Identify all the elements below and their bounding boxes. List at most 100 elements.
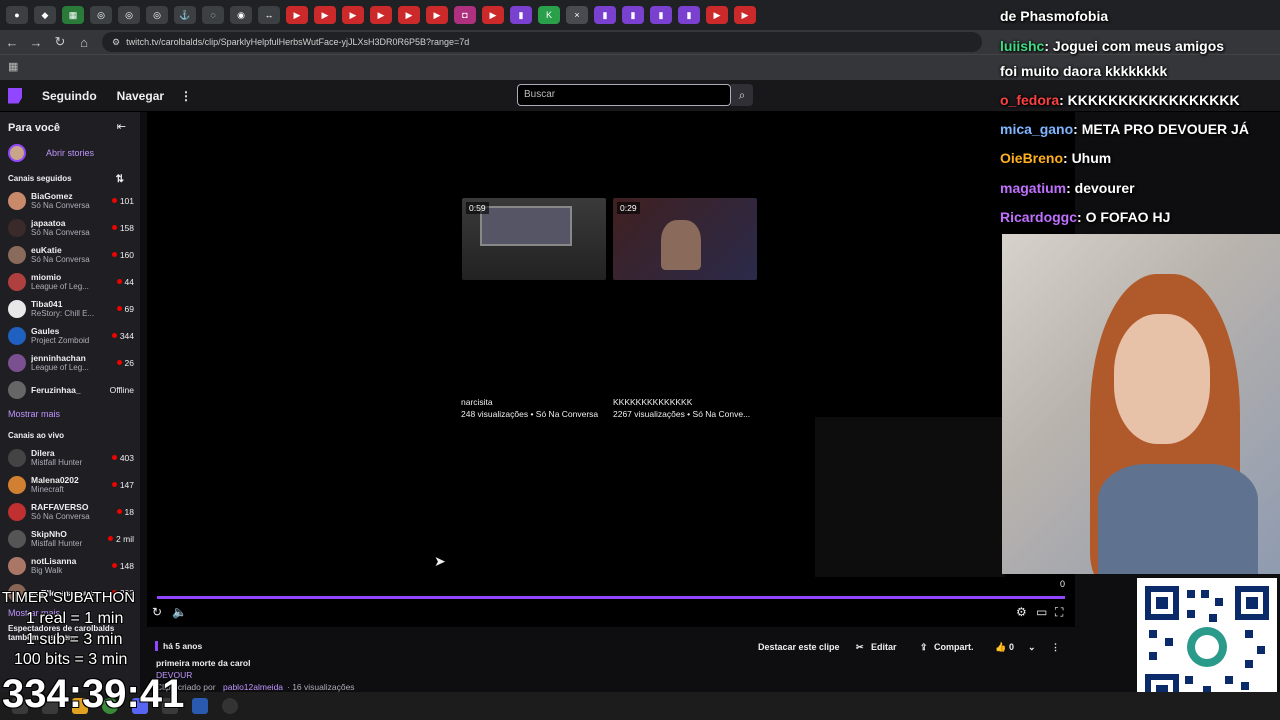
clip-accent bbox=[155, 641, 158, 651]
kick-tab-icon[interactable]: K bbox=[538, 6, 560, 24]
edit-button[interactable]: Editar bbox=[871, 642, 897, 656]
home-icon[interactable]: ⌂ bbox=[72, 35, 96, 50]
site-info-icon[interactable]: ⚙ bbox=[112, 37, 120, 48]
clip-creator-link[interactable]: pablo12almeida bbox=[223, 682, 283, 692]
youtube-tab-icon[interactable]: ▶ bbox=[426, 6, 448, 24]
like-icon[interactable]: 👍 bbox=[995, 642, 1006, 656]
sidebar-channel[interactable]: japaatoa Só Na Conversa 158 bbox=[0, 214, 140, 241]
open-stories-link[interactable]: Abrir stories bbox=[46, 148, 94, 158]
youtube-tab-icon[interactable]: ▶ bbox=[398, 6, 420, 24]
back-icon[interactable]: ← bbox=[0, 35, 24, 50]
replay-icon[interactable]: ↻ bbox=[152, 605, 162, 619]
channel-game: Mistfall Hunter bbox=[31, 458, 83, 467]
chat-user: magatium bbox=[1000, 180, 1067, 196]
viewer-count: 158 bbox=[111, 223, 134, 233]
tab-icon[interactable]: ◎ bbox=[118, 6, 140, 24]
youtube-tab-icon[interactable]: ▶ bbox=[342, 6, 364, 24]
related-clip-title[interactable]: narcisita bbox=[461, 397, 493, 407]
more-menu-icon[interactable]: ⋮ bbox=[180, 89, 192, 103]
video-player[interactable] bbox=[147, 112, 1075, 627]
youtube-tab-icon[interactable]: ▶ bbox=[370, 6, 392, 24]
tab-icon[interactable]: ◎ bbox=[90, 6, 112, 24]
fullscreen-icon[interactable]: ⛶ bbox=[1055, 605, 1063, 620]
following-link[interactable]: Seguindo bbox=[42, 89, 97, 103]
sidebar-channel[interactable]: BiaGomez Só Na Conversa 101 bbox=[0, 187, 140, 214]
viewer-count-text: Offline bbox=[109, 384, 134, 395]
timer-title: TIMER SUBATHON bbox=[2, 589, 136, 606]
youtube-tab-icon[interactable]: ▶ bbox=[286, 6, 308, 24]
sidebar-channel[interactable]: jenninhachan League of Leg... 26 bbox=[0, 349, 140, 376]
sidebar-channel[interactable]: Malena0202 Minecraft 147 bbox=[0, 471, 140, 498]
tab-icon[interactable]: ▦ bbox=[62, 6, 84, 24]
sidebar-channel[interactable]: SkipNhO Mistfall Hunter 2 mil bbox=[0, 525, 140, 552]
related-clip-thumbnail[interactable]: 0:59 bbox=[462, 198, 606, 280]
forward-icon[interactable]: → bbox=[24, 35, 48, 50]
sidebar-channel[interactable]: notLisanna Big Walk 148 bbox=[0, 552, 140, 579]
related-clip-thumbnail[interactable]: 0:29 bbox=[613, 198, 757, 280]
url-field[interactable]: ⚙ twitch.tv/carolbalds/clip/SparklyHelpf… bbox=[102, 32, 982, 52]
avatar bbox=[8, 380, 26, 399]
webcam-face bbox=[1114, 314, 1210, 444]
chat-line: magatium: devourer bbox=[1000, 180, 1135, 196]
avatar bbox=[8, 353, 26, 372]
channel-game: ReStory: Chill E... bbox=[31, 309, 95, 318]
twitch-tab-icon[interactable]: ▮ bbox=[622, 6, 644, 24]
twitch-tab-icon[interactable]: ▮ bbox=[650, 6, 672, 24]
twitch-tab-icon[interactable]: ▮ bbox=[594, 6, 616, 24]
youtube-tab-icon[interactable]: ▶ bbox=[706, 6, 728, 24]
obs-icon[interactable] bbox=[222, 698, 238, 714]
apps-icon[interactable]: ▦ bbox=[8, 60, 18, 73]
browse-link[interactable]: Navegar bbox=[117, 89, 164, 103]
reload-icon[interactable]: ↻ bbox=[48, 34, 72, 50]
word-icon[interactable] bbox=[192, 698, 208, 714]
tab-icon[interactable]: ● bbox=[6, 6, 28, 24]
viewer-count: 26 bbox=[116, 358, 134, 368]
viewer-count-text: 344 bbox=[119, 330, 134, 341]
show-more-link[interactable]: Mostrar mais bbox=[8, 409, 140, 419]
more-options-icon[interactable]: ⋮ bbox=[1051, 642, 1060, 656]
settings-icon[interactable]: ⚙ bbox=[1016, 605, 1027, 619]
sidebar-channel[interactable]: Dilera Mistfall Hunter 403 bbox=[0, 444, 140, 471]
chat-message: : O FOFAO HJ bbox=[1077, 209, 1171, 225]
related-clip-title[interactable]: KKKKKKKKKKKKKK bbox=[613, 397, 692, 407]
channel-game: Project Zomboid bbox=[31, 336, 90, 345]
twitch-tab-icon[interactable]: ▮ bbox=[678, 6, 700, 24]
youtube-tab-icon[interactable]: ▶ bbox=[734, 6, 756, 24]
twitch-tab-icon[interactable]: ▮ bbox=[510, 6, 532, 24]
sort-icon[interactable]: ⇅ bbox=[116, 174, 124, 185]
feature-clip-button[interactable]: Destacar este clipe bbox=[758, 642, 840, 656]
search-icon[interactable]: ⌕ bbox=[731, 84, 753, 106]
chat-message: : META PRO DEVOUER JÁ bbox=[1073, 121, 1249, 137]
search-input[interactable]: Buscar bbox=[517, 84, 731, 106]
tab-icon[interactable]: ◎ bbox=[146, 6, 168, 24]
tab-icon[interactable]: ◆ bbox=[34, 6, 56, 24]
tab-icon[interactable]: ◌ bbox=[202, 6, 224, 24]
active-tab[interactable]: × bbox=[566, 6, 588, 24]
instagram-tab-icon[interactable]: ◘ bbox=[454, 6, 476, 24]
viewer-count-text: 403 bbox=[119, 452, 134, 463]
collapse-sidebar-icon[interactable]: ⇤ bbox=[117, 120, 126, 133]
clip-duration: 0:29 bbox=[617, 202, 640, 214]
tab-icon[interactable]: ↔ bbox=[258, 6, 280, 24]
chat-line: luiishc: Joguei com meus amigos bbox=[1000, 38, 1224, 54]
stories-row[interactable]: Abrir stories bbox=[8, 144, 140, 162]
sidebar-channel[interactable]: euKatie Só Na Conversa 160 bbox=[0, 241, 140, 268]
chevron-down-icon[interactable]: ⌄ bbox=[1028, 642, 1036, 656]
sidebar-channel[interactable]: Tiba041 ReStory: Chill E... 69 bbox=[0, 295, 140, 322]
youtube-tab-icon[interactable]: ▶ bbox=[482, 6, 504, 24]
sidebar-channel[interactable]: miomio League of Leg... 44 bbox=[0, 268, 140, 295]
tab-icon[interactable]: ◉ bbox=[230, 6, 252, 24]
theatre-mode-icon[interactable]: ▭ bbox=[1036, 605, 1047, 619]
seek-bar[interactable] bbox=[157, 596, 1065, 599]
sidebar-channel[interactable]: RAFFAVERSO Só Na Conversa 18 bbox=[0, 498, 140, 525]
channel-text: Feruzinhaa_ bbox=[31, 385, 110, 395]
sidebar-channel[interactable]: Feruzinhaa_ Offline bbox=[0, 376, 140, 403]
channel-text: RAFFAVERSO Só Na Conversa bbox=[31, 502, 117, 521]
share-button[interactable]: Compart. bbox=[934, 642, 974, 656]
volume-icon[interactable]: 🔈 bbox=[172, 605, 187, 619]
channel-name: notLisanna bbox=[31, 556, 77, 566]
tab-icon[interactable]: ⚓ bbox=[174, 6, 196, 24]
sidebar-channel[interactable]: Gaules Project Zomboid 344 bbox=[0, 322, 140, 349]
twitch-logo-icon[interactable] bbox=[8, 87, 22, 104]
youtube-tab-icon[interactable]: ▶ bbox=[314, 6, 336, 24]
